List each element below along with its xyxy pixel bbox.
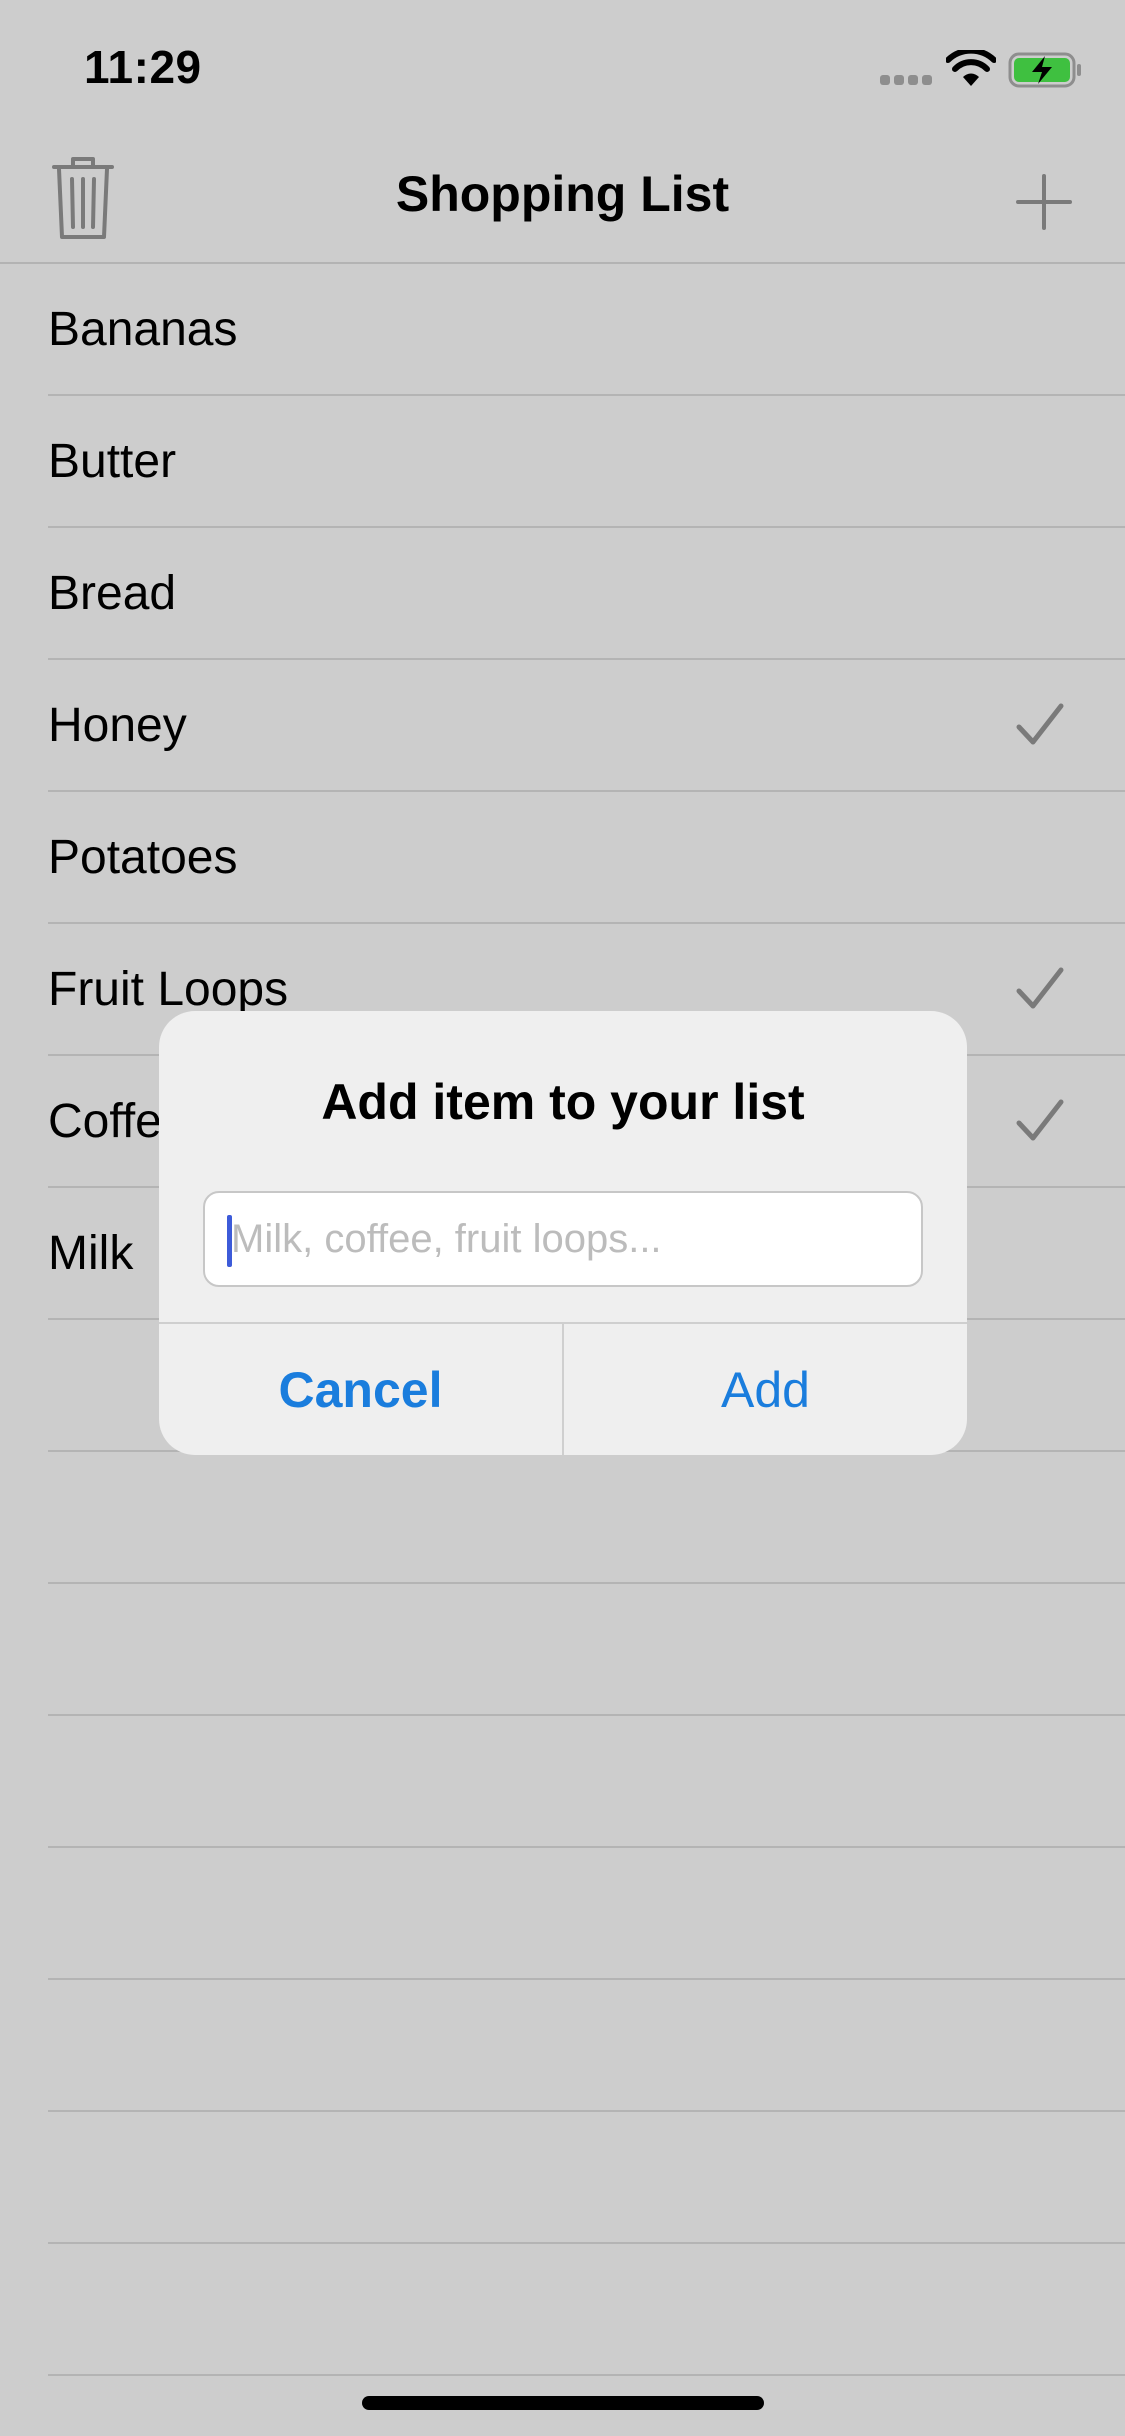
item-label: Bananas [48,303,238,356]
add-button[interactable]: Add [564,1324,967,1455]
list-item[interactable]: Butter [0,396,1125,528]
screen: 11:29 Shopping List Bananas Butter Bread… [0,0,1125,2436]
list-item[interactable]: Bananas [0,264,1125,396]
empty-row [0,1980,1125,2112]
add-item-alert: Add item to your list Milk, coffee, frui… [159,1011,967,1455]
empty-row [0,1848,1125,1980]
empty-row [0,1452,1125,1584]
checkmark-icon [1016,1099,1064,1141]
cancel-button[interactable]: Cancel [159,1324,562,1455]
list-item[interactable]: Bread [0,528,1125,660]
item-label: Potatoes [48,831,238,884]
signal-icon [880,75,934,85]
empty-row [0,1584,1125,1716]
input-placeholder: Milk, coffee, fruit loops... [231,1217,662,1261]
item-label: Fruit Loops [48,963,289,1016]
home-indicator[interactable] [362,2396,764,2410]
status-bar: 11:29 [0,0,1125,135]
item-name-input[interactable]: Milk, coffee, fruit loops... [203,1191,923,1287]
empty-row [0,2112,1125,2244]
item-label: Milk [48,1227,134,1280]
plus-icon[interactable] [1015,173,1073,231]
alert-title: Add item to your list [321,1074,805,1130]
text-cursor [227,1215,232,1267]
checkmark-icon [1016,967,1064,1009]
page-title: Shopping List [395,166,730,222]
battery-charging-icon [1008,52,1081,88]
empty-row [0,2244,1125,2376]
list-item[interactable]: Honey [0,660,1125,792]
item-label: Honey [48,699,187,752]
row-separator [48,2374,1125,2376]
status-time: 11:29 [84,41,202,93]
wifi-icon [946,50,996,86]
navigation-bar: Shopping List [0,135,1125,264]
item-label: Butter [48,435,177,488]
list-item[interactable]: Potatoes [0,792,1125,924]
item-label: Bread [48,567,177,620]
empty-row [0,1716,1125,1848]
checkmark-icon [1016,703,1064,745]
